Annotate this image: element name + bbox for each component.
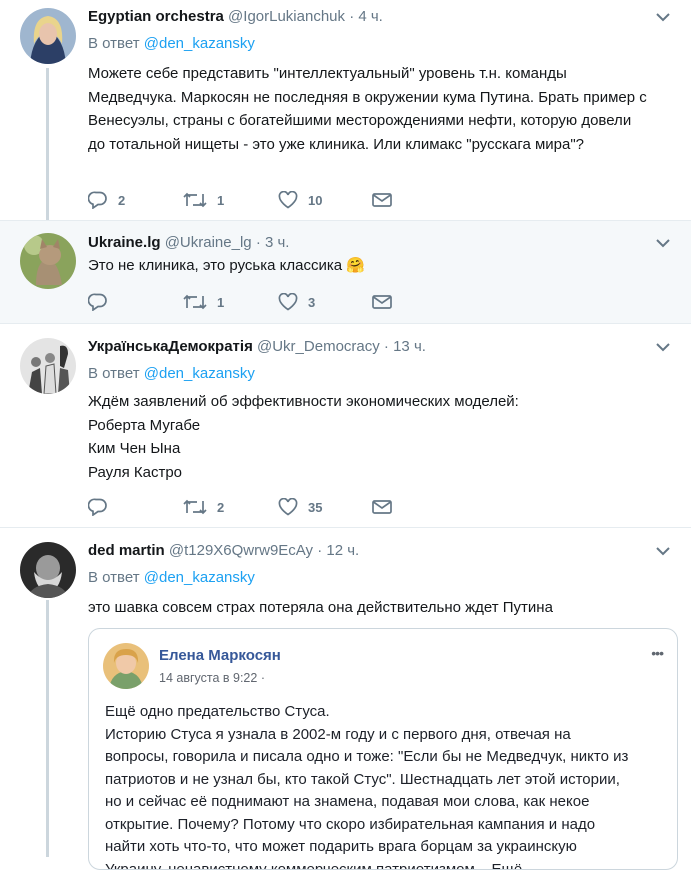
handle[interactable]: @IgorLukianchuk (228, 8, 345, 25)
reply-icon (88, 191, 107, 209)
tweet-text: Можете себе представить "интеллектуальны… (88, 65, 647, 153)
message-button[interactable] (372, 291, 392, 313)
like-count: 3 (308, 294, 316, 310)
tweet-text: это шавка совсем страх потеряла она дейс… (88, 599, 553, 616)
timestamp[interactable]: 3 ч. (265, 234, 290, 251)
retweet-count: 2 (217, 499, 225, 515)
retweet-count: 1 (217, 294, 225, 310)
separator-dot: · (255, 234, 261, 251)
reply-icon (88, 498, 107, 516)
reply-to: В ответ @den_kazansky (88, 365, 255, 382)
separator-dot: · (317, 542, 323, 559)
separator-dot: · (349, 8, 355, 25)
chevron-down-icon[interactable] (655, 342, 671, 352)
message-icon (372, 500, 392, 514)
tweet-text-body: Это не клиника, это руська классика (88, 257, 343, 274)
display-name[interactable]: УкраїнськаДемократія (88, 338, 253, 355)
tweet-text-line: Роберта Мугабе (88, 416, 201, 434)
handle[interactable]: @t129X6Qwrw9EcAy (169, 542, 313, 559)
reply-to: В ответ @den_kazansky (88, 569, 255, 586)
tweet-text-line: Ждём заявлений об эффективности экономич… (88, 393, 519, 410)
retweet-count: 1 (217, 192, 225, 208)
tweet-header: Egyptian orchestra @IgorLukianchuk · 4 ч… (88, 8, 383, 25)
like-button[interactable]: 3 (278, 291, 315, 313)
timestamp[interactable]: 4 ч. (358, 8, 383, 25)
handle[interactable]: @Ukr_Democracy (257, 338, 380, 355)
handle[interactable]: @Ukraine_lg (165, 234, 252, 251)
tweet-1[interactable]: Egyptian orchestra @IgorLukianchuk · 4 ч… (0, 0, 691, 220)
tweet-header: УкраїнськаДемократія @Ukr_Democracy · 13… (88, 338, 426, 355)
tweet-header: ded martin @t129X6Qwrw9EcAy · 12 ч. (88, 542, 359, 559)
display-name[interactable]: ded martin (88, 542, 165, 559)
tweet-text: Это не клиника, это руська классика 🤗 (88, 254, 648, 278)
like-count: 35 (308, 499, 323, 515)
embedded-image[interactable]: Елена Маркосян 14 августа в 9:22 · ••• Е… (88, 628, 678, 870)
like-count: 10 (308, 192, 323, 208)
tweet-3[interactable]: УкраїнськаДемократія @Ukr_Democracy · 13… (0, 324, 691, 527)
tweet-header: Ukraine.lg @Ukraine_lg · 3 ч. (88, 234, 289, 251)
retweet-icon (183, 499, 207, 515)
avatar[interactable] (20, 542, 76, 598)
like-icon (278, 293, 298, 311)
reply-icon (88, 293, 107, 311)
fb-author-name: Елена Маркосян (159, 647, 281, 664)
retweet-button[interactable]: 2 (183, 496, 224, 518)
display-name[interactable]: Egyptian orchestra (88, 8, 224, 25)
like-button[interactable]: 10 (278, 189, 322, 211)
display-name[interactable]: Ukraine.lg (88, 234, 161, 251)
avatar[interactable] (20, 233, 76, 289)
more-icon: ••• (651, 645, 664, 661)
reply-to: В ответ @den_kazansky (88, 35, 255, 52)
retweet-icon (183, 192, 207, 208)
reply-prefix: В ответ (88, 35, 140, 52)
tweet-text: Ждём заявлений об эффективности экономич… (88, 390, 648, 484)
message-icon (372, 295, 392, 309)
like-icon (278, 498, 298, 516)
reply-prefix: В ответ (88, 569, 140, 586)
timestamp[interactable]: 12 ч. (326, 542, 359, 559)
reply-prefix: В ответ (88, 365, 140, 382)
retweet-button[interactable]: 1 (183, 291, 224, 313)
separator-dot: · (383, 338, 389, 355)
fb-post-text: Ещё одно предательство Стуса. Историю Ст… (105, 703, 629, 870)
fb-avatar (103, 643, 149, 689)
tweet-actions: 2 35 (88, 496, 408, 518)
message-icon (372, 193, 392, 207)
mention-link[interactable]: @den_kazansky (144, 569, 255, 586)
tweet-text-line: Рауля Кастро (88, 463, 183, 481)
mention-link[interactable]: @den_kazansky (144, 365, 255, 382)
reply-button[interactable] (88, 291, 118, 313)
fb-post-date: 14 августа в 9:22 · (159, 671, 265, 685)
thread-line (46, 68, 49, 220)
tweet-2[interactable]: Ukraine.lg @Ukraine_lg · 3 ч. Это не кли… (0, 221, 691, 323)
like-button[interactable]: 35 (278, 496, 322, 518)
tweet-actions: 2 1 10 (88, 189, 408, 211)
reply-button[interactable]: 2 (88, 189, 125, 211)
tweet-actions: 1 3 (88, 291, 408, 313)
retweet-button[interactable]: 1 (183, 189, 224, 211)
chevron-down-icon[interactable] (655, 12, 671, 22)
reply-button[interactable] (88, 496, 118, 518)
like-icon (278, 191, 298, 209)
tweet-text-line: Ким Чен Ына (88, 440, 181, 457)
reply-count: 2 (118, 192, 126, 208)
chevron-down-icon[interactable] (655, 238, 671, 248)
retweet-icon (183, 294, 207, 310)
mention-link[interactable]: @den_kazansky (144, 35, 255, 52)
message-button[interactable] (372, 189, 392, 211)
avatar[interactable] (20, 8, 76, 64)
timestamp[interactable]: 13 ч. (393, 338, 426, 355)
chevron-down-icon[interactable] (655, 546, 671, 556)
avatar[interactable] (20, 338, 76, 394)
hugging-face-icon: 🤗 (346, 257, 365, 274)
message-button[interactable] (372, 496, 392, 518)
thread-line (46, 600, 49, 857)
